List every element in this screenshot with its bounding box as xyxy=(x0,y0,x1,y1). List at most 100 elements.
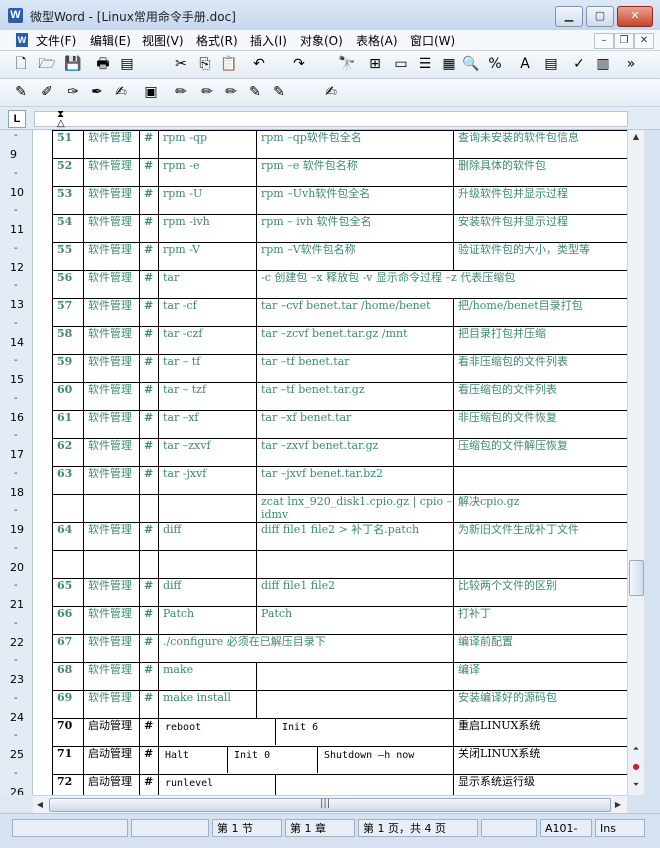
description-cell[interactable]: 把/home/benet目录打包 xyxy=(453,298,627,327)
row-number-cell[interactable]: 54 xyxy=(52,214,84,243)
category-cell[interactable]: 软件管理 xyxy=(83,326,140,355)
prompt-cell[interactable]: # xyxy=(139,410,159,439)
document-icon[interactable]: W xyxy=(16,33,28,47)
scroll-left-button[interactable]: ◀ xyxy=(33,798,47,811)
prompt-cell[interactable]: # xyxy=(139,718,159,747)
pen5-icon[interactable]: ✎ xyxy=(270,83,288,101)
category-cell[interactable]: 软件管理 xyxy=(83,354,140,383)
mark-icon[interactable]: ✎ xyxy=(12,83,30,101)
example-cell[interactable]: Patch xyxy=(256,606,454,635)
command-cell[interactable]: ./configure 必须在已解压目录下 xyxy=(158,634,454,663)
description-cell[interactable]: 压缩包的文件解压恢复 xyxy=(453,438,627,467)
command-cell[interactable]: make install xyxy=(158,690,257,719)
command-cell[interactable]: rpm -qp xyxy=(158,130,257,159)
open-icon[interactable]: 🗁 xyxy=(38,55,56,73)
prompt-cell[interactable]: # xyxy=(139,746,159,775)
copy-mark-icon[interactable]: ✒ xyxy=(88,83,106,101)
description-cell[interactable]: 编译前配置 xyxy=(453,634,627,663)
command-cell[interactable]: tar -cf xyxy=(158,298,257,327)
copy-icon[interactable]: ⎘ xyxy=(196,55,214,73)
description-cell[interactable]: 解决cpio.gz xyxy=(453,494,627,523)
category-cell[interactable]: 软件管理 xyxy=(83,522,140,551)
active-mark-icon[interactable]: ▣ xyxy=(142,83,160,101)
row-number-cell[interactable]: 62 xyxy=(52,438,84,467)
prompt-cell[interactable]: # xyxy=(139,214,159,243)
command-cell[interactable]: tar – tf xyxy=(158,354,257,383)
command-cell[interactable]: Halt xyxy=(160,747,228,773)
command-cell[interactable] xyxy=(158,494,257,523)
document-page[interactable]: 51 软件管理 # rpm -qp rpm –qp软件包全名 查询未安装的软件包信息 52 软… xyxy=(33,130,627,795)
row-number-cell[interactable]: 57 xyxy=(52,298,84,327)
command-cell[interactable]: tar – tzf xyxy=(158,382,257,411)
category-cell[interactable]: 软件管理 xyxy=(83,662,140,691)
row-number-cell[interactable]: 72 xyxy=(52,774,84,795)
command-cell[interactable]: make xyxy=(158,662,257,691)
example-cell[interactable] xyxy=(256,690,454,719)
example-cell[interactable]: tar –zcvf benet.tar.gz /mnt xyxy=(256,326,454,355)
category-cell[interactable]: 软件管理 xyxy=(83,270,140,299)
prompt-cell[interactable]: # xyxy=(139,354,159,383)
example-cell[interactable]: zcat lnx_920_disk1.cpio.gz | cpio –idmv xyxy=(256,494,454,523)
example-cell[interactable]: rpm – ivh 软件包全名 xyxy=(256,214,454,243)
row-number-cell[interactable]: 58 xyxy=(52,326,84,355)
close-button[interactable]: ✕ xyxy=(617,6,653,27)
example-cell[interactable]: tar –zxvf benet.tar.gz xyxy=(256,438,454,467)
command-cell[interactable]: Patch xyxy=(158,606,257,635)
row-number-cell[interactable]: 59 xyxy=(52,354,84,383)
row-number-cell[interactable]: 70 xyxy=(52,718,84,747)
example-cell[interactable]: rpm –V软件包名称 xyxy=(256,242,454,271)
font-color-icon[interactable]: A xyxy=(516,55,534,73)
zoom-icon[interactable]: 🔍 xyxy=(462,55,480,73)
abc-icon[interactable]: ✓ xyxy=(570,55,588,73)
category-cell[interactable] xyxy=(83,494,140,523)
pen-icon[interactable]: ✏ xyxy=(172,83,190,101)
category-cell[interactable]: 软件管理 xyxy=(83,298,140,327)
prompt-cell[interactable] xyxy=(139,550,159,579)
status-insert-mode[interactable]: Ins xyxy=(595,819,645,837)
description-cell[interactable]: 查询未安装的软件包信息 xyxy=(453,130,627,159)
pdf-icon[interactable]: ▤ xyxy=(118,55,136,73)
alt-command-cell[interactable]: Init 0 xyxy=(228,747,318,773)
row-number-cell[interactable]: 67 xyxy=(52,634,84,663)
vertical-scroll-thumb[interactable] xyxy=(629,560,644,596)
chart-icon[interactable]: ▥ xyxy=(594,55,612,73)
command-cell[interactable]: tar -czf xyxy=(158,326,257,355)
row-number-cell[interactable] xyxy=(52,494,84,523)
table-view-icon[interactable]: ⊞ xyxy=(366,55,384,73)
prompt-cell[interactable]: # xyxy=(139,662,159,691)
row-number-cell[interactable]: 63 xyxy=(52,466,84,495)
browse-object-button[interactable]: ● xyxy=(629,760,643,774)
description-cell[interactable]: 重启LINUX系统 xyxy=(453,718,627,747)
row-number-cell[interactable]: 61 xyxy=(52,410,84,439)
description-cell[interactable]: 删除具体的软件包 xyxy=(453,158,627,187)
category-cell[interactable]: 软件管理 xyxy=(83,634,140,663)
prompt-cell[interactable]: # xyxy=(139,774,159,795)
row-number-cell[interactable]: 55 xyxy=(52,242,84,271)
command-cell[interactable]: rpm -U xyxy=(158,186,257,215)
row-number-cell[interactable]: 56 xyxy=(52,270,84,299)
new-icon[interactable]: 🗋 xyxy=(12,55,30,73)
command-cell[interactable]: tar -jxvf xyxy=(158,466,257,495)
row-number-cell[interactable] xyxy=(52,550,84,579)
category-cell[interactable]: 软件管理 xyxy=(83,158,140,187)
command-cell[interactable]: tar –xf xyxy=(158,410,257,439)
tab-stop-selector[interactable]: L xyxy=(8,110,26,128)
prompt-cell[interactable]: # xyxy=(139,578,159,607)
example-cell[interactable]: tar –tf benet.tar.gz xyxy=(256,382,454,411)
delete-mark-icon[interactable]: ✑ xyxy=(64,83,82,101)
prompt-cell[interactable]: # xyxy=(139,242,159,271)
prompt-cell[interactable] xyxy=(139,494,159,523)
category-cell[interactable]: 启动管理 xyxy=(83,774,140,795)
category-cell[interactable]: 软件管理 xyxy=(83,130,140,159)
description-cell[interactable] xyxy=(453,550,627,579)
prompt-cell[interactable]: # xyxy=(139,158,159,187)
pen3-icon[interactable]: ✏ xyxy=(222,83,240,101)
category-cell[interactable]: 软件管理 xyxy=(83,690,140,719)
minimize-button[interactable]: ▁ xyxy=(555,6,583,27)
prompt-cell[interactable]: # xyxy=(139,438,159,467)
vertical-scrollbar[interactable]: ▲ ⏶ ● ⏷ xyxy=(627,130,645,795)
description-cell[interactable]: 为新旧文件生成补丁文件 xyxy=(453,522,627,551)
review-icon[interactable]: ✍ xyxy=(322,83,340,101)
example-cell[interactable]: tar –cvf benet.tar /home/benet xyxy=(256,298,454,327)
command-cell[interactable]: reboot xyxy=(160,719,276,745)
